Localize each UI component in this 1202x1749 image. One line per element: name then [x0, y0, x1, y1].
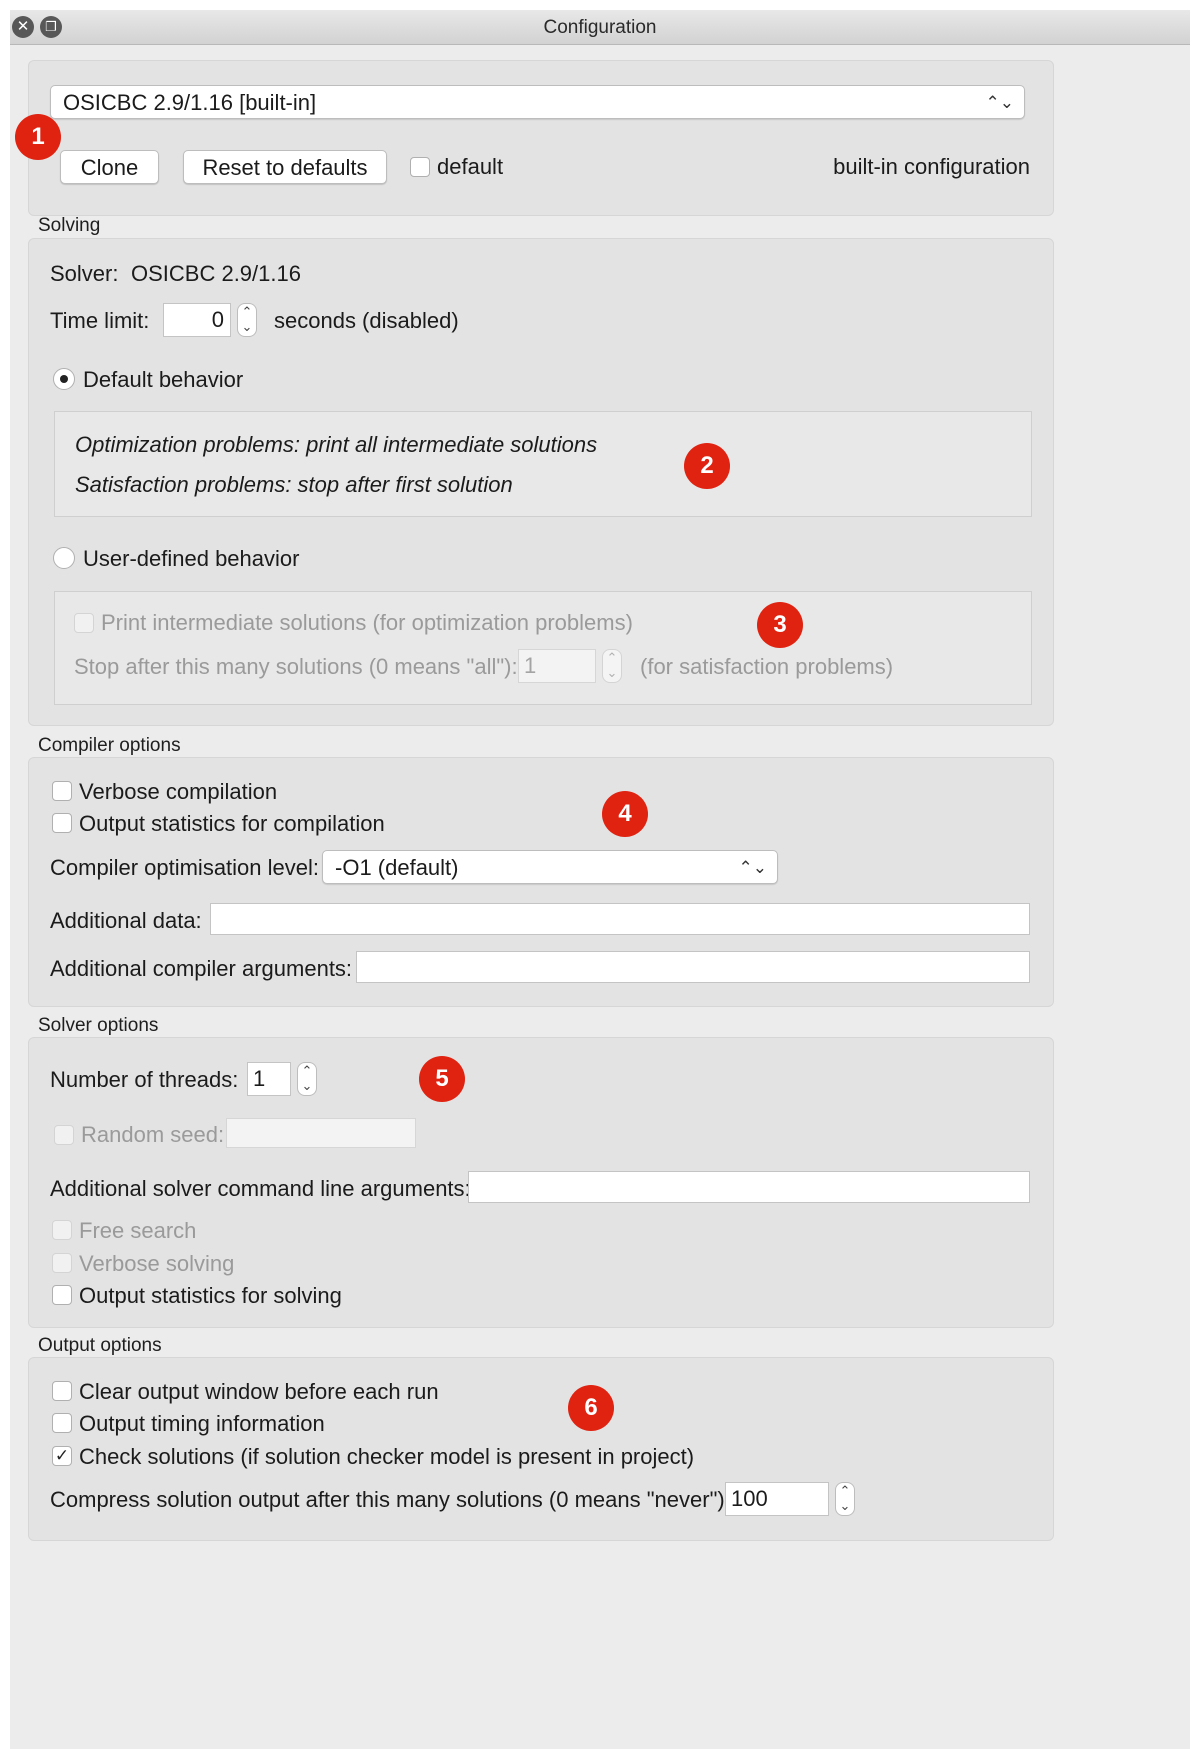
random-seed-label: Random seed:: [81, 1122, 225, 1147]
additional-compiler-args-label: Additional compiler arguments:: [50, 956, 353, 981]
compress-output-label: Compress solution output after this many…: [50, 1487, 731, 1512]
threads-stepper[interactable]: ⌃ ⌄: [297, 1062, 317, 1096]
reset-defaults-button[interactable]: Reset to defaults: [183, 150, 387, 184]
compress-output-input[interactable]: 100: [725, 1482, 829, 1516]
time-limit-input[interactable]: 0: [163, 303, 231, 337]
random-seed-input[interactable]: [226, 1118, 416, 1148]
check-solutions-label: Check solutions (if solution checker mod…: [79, 1444, 695, 1469]
compress-output-stepper[interactable]: ⌃ ⌄: [835, 1482, 855, 1516]
user-defined-behavior-radio[interactable]: [53, 547, 75, 569]
print-intermediate-checkbox[interactable]: [74, 613, 94, 633]
default-behavior-box: [54, 411, 1032, 517]
time-limit-suffix: seconds (disabled): [274, 308, 459, 333]
solver-options-group-title: Solver options: [38, 1015, 159, 1036]
check-solutions-checkbox[interactable]: ✓: [52, 1446, 72, 1466]
user-defined-behavior-box: [54, 591, 1032, 705]
free-search-checkbox[interactable]: [52, 1220, 72, 1240]
title-bar: ✕ ❐ Configuration: [10, 10, 1190, 45]
optimisation-level-value: -O1 (default): [335, 855, 459, 880]
default-label: default: [437, 154, 504, 179]
configuration-select[interactable]: OSICBC 2.9/1.16 [built-in] ⌃⌄: [50, 85, 1025, 119]
default-checkbox[interactable]: [410, 157, 430, 177]
solver-cmd-args-input[interactable]: [468, 1171, 1030, 1203]
annotation-badge-1: 1: [15, 114, 61, 160]
stop-after-label: Stop after this many solutions (0 means …: [74, 654, 518, 679]
stop-after-input[interactable]: 1: [518, 649, 596, 683]
default-behavior-line2: Satisfaction problems: stop after first …: [75, 472, 513, 497]
annotation-badge-6: 6: [568, 1385, 614, 1431]
additional-compiler-args-input[interactable]: [356, 951, 1030, 983]
window-title: Configuration: [543, 17, 657, 38]
default-behavior-line1: Optimization problems: print all interme…: [75, 432, 598, 457]
print-intermediate-label: Print intermediate solutions (for optimi…: [101, 610, 633, 635]
verbose-solving-label: Verbose solving: [79, 1251, 235, 1276]
output-options-group-title: Output options: [38, 1335, 162, 1356]
additional-data-input[interactable]: [210, 903, 1030, 935]
solver-label: Solver:: [50, 261, 119, 286]
time-limit-stepper[interactable]: ⌃ ⌄: [237, 303, 257, 337]
solving-group-title: Solving: [38, 215, 101, 236]
configuration-info: built-in configuration: [833, 154, 1030, 179]
configuration-select-value: OSICBC 2.9/1.16 [built-in]: [63, 90, 317, 115]
annotation-badge-3: 3: [757, 602, 803, 648]
chevron-updown-icon: ⌃⌄: [985, 93, 1015, 112]
chevron-updown-icon: ⌃⌄: [738, 858, 768, 877]
time-limit-label: Time limit:: [50, 308, 150, 333]
compilation-stats-checkbox[interactable]: [52, 813, 72, 833]
configuration-window: ✕ ❐ Configuration OSICBC 2.9/1.16 [built…: [10, 10, 1190, 1749]
timing-info-checkbox[interactable]: [52, 1413, 72, 1433]
compiler-group-title: Compiler options: [38, 735, 181, 756]
compilation-stats-label: Output statistics for compilation: [79, 811, 385, 836]
default-behavior-label: Default behavior: [83, 367, 244, 392]
threads-label: Number of threads:: [50, 1067, 239, 1092]
verbose-compilation-label: Verbose compilation: [79, 779, 278, 804]
stop-after-stepper[interactable]: ⌃ ⌄: [602, 649, 622, 683]
threads-input[interactable]: 1: [247, 1062, 291, 1096]
configuration-panel: [28, 60, 1054, 216]
solving-stats-checkbox[interactable]: [52, 1285, 72, 1305]
random-seed-checkbox[interactable]: [54, 1125, 74, 1145]
user-defined-behavior-label: User-defined behavior: [83, 546, 300, 571]
clear-output-label: Clear output window before each run: [79, 1379, 439, 1404]
optimisation-level-select[interactable]: -O1 (default) ⌃⌄: [322, 850, 778, 884]
annotation-badge-5: 5: [419, 1056, 465, 1102]
solving-stats-label: Output statistics for solving: [79, 1283, 342, 1308]
free-search-label: Free search: [79, 1218, 197, 1243]
solver-value: OSICBC 2.9/1.16: [131, 261, 301, 286]
default-behavior-radio[interactable]: [53, 368, 75, 390]
stop-after-suffix: (for satisfaction problems): [640, 654, 894, 679]
solver-cmd-args-label: Additional solver command line arguments…: [50, 1176, 471, 1201]
additional-data-label: Additional data:: [50, 908, 202, 933]
verbose-solving-checkbox[interactable]: [52, 1253, 72, 1273]
verbose-compilation-checkbox[interactable]: [52, 781, 72, 801]
clear-output-checkbox[interactable]: [52, 1381, 72, 1401]
annotation-badge-2: 2: [684, 443, 730, 489]
check-icon: ✓: [54, 1446, 70, 1465]
clone-button[interactable]: Clone: [60, 150, 159, 184]
timing-info-label: Output timing information: [79, 1411, 325, 1436]
annotation-badge-4: 4: [602, 791, 648, 837]
optimisation-level-label: Compiler optimisation level:: [50, 855, 319, 880]
